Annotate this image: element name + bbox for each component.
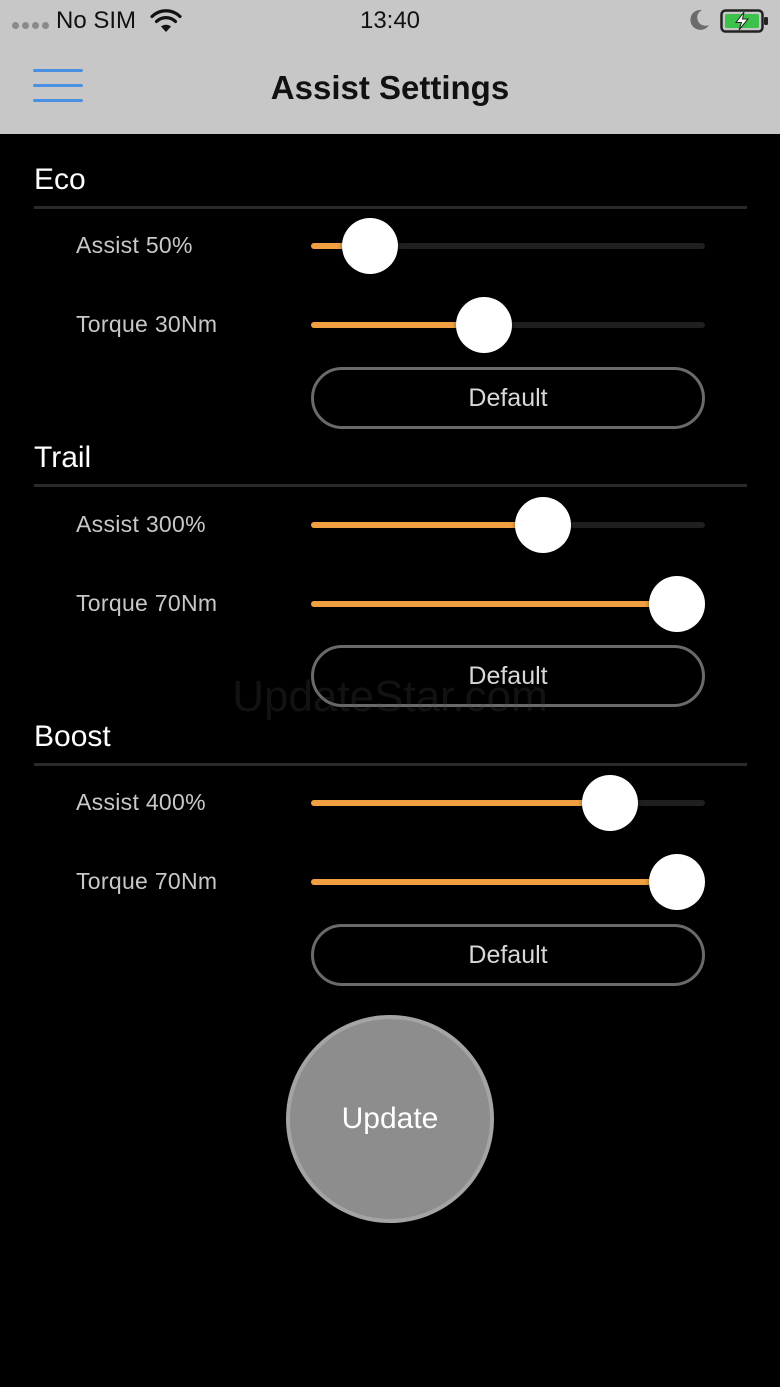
mode-section-eco: Eco Assist 50% Torque 30Nm Default — [0, 160, 780, 438]
torque-slider-row: Torque 70Nm — [0, 573, 780, 633]
default-button[interactable]: Default — [311, 645, 705, 707]
status-bar: No SIM 13:40 — [0, 0, 780, 44]
torque-label: Torque 30Nm — [76, 311, 218, 337]
assist-label: Assist 400% — [76, 789, 206, 815]
moon-icon — [690, 9, 709, 30]
torque-slider-row: Torque 30Nm — [0, 294, 780, 354]
slider-fill — [311, 601, 678, 607]
page-title: Assist Settings — [270, 69, 510, 106]
torque-slider-row: Torque 70Nm — [0, 851, 780, 911]
torque-slider[interactable] — [311, 854, 706, 910]
assist-slider[interactable] — [311, 218, 705, 274]
navigation-bar: Assist Settings — [0, 44, 780, 134]
torque-slider[interactable] — [311, 297, 705, 353]
mode-title: Eco — [34, 163, 86, 196]
top-header: No SIM 13:40 Assist Settings — [0, 0, 780, 134]
default-button[interactable]: Default — [311, 367, 705, 429]
mode-section-trail: Trail Assist 300% Torque 70Nm Default — [0, 438, 780, 716]
section-divider — [34, 484, 747, 487]
torque-label: Torque 70Nm — [76, 868, 218, 894]
torque-label: Torque 70Nm — [76, 590, 218, 616]
slider-fill — [311, 522, 544, 528]
slider-thumb[interactable] — [342, 218, 399, 274]
mode-section-boost: Boost Assist 400% Torque 70Nm Default — [0, 717, 780, 995]
mode-title: Boost — [34, 720, 111, 753]
mode-title: Trail — [34, 441, 92, 474]
assist-slider-row: Assist 50% — [0, 215, 780, 275]
assist-label: Assist 300% — [76, 511, 206, 537]
status-time: 13:40 — [359, 7, 421, 34]
assist-label: Assist 50% — [76, 232, 193, 258]
slider-thumb[interactable] — [582, 775, 639, 831]
slider-fill — [311, 879, 678, 885]
battery-charging-icon — [720, 9, 768, 33]
section-divider — [34, 763, 747, 766]
assist-slider[interactable] — [311, 775, 705, 831]
default-button[interactable]: Default — [311, 924, 705, 986]
assist-slider[interactable] — [311, 497, 705, 553]
slider-thumb[interactable] — [456, 297, 513, 353]
torque-slider[interactable] — [311, 576, 706, 632]
slider-thumb[interactable] — [649, 576, 706, 632]
update-button[interactable]: Update — [286, 1015, 494, 1223]
section-divider — [34, 206, 747, 209]
assist-slider-row: Assist 400% — [0, 772, 780, 832]
slider-thumb[interactable] — [649, 854, 706, 910]
slider-fill — [311, 800, 611, 806]
slider-thumb[interactable] — [515, 497, 572, 553]
assist-slider-row: Assist 300% — [0, 494, 780, 554]
